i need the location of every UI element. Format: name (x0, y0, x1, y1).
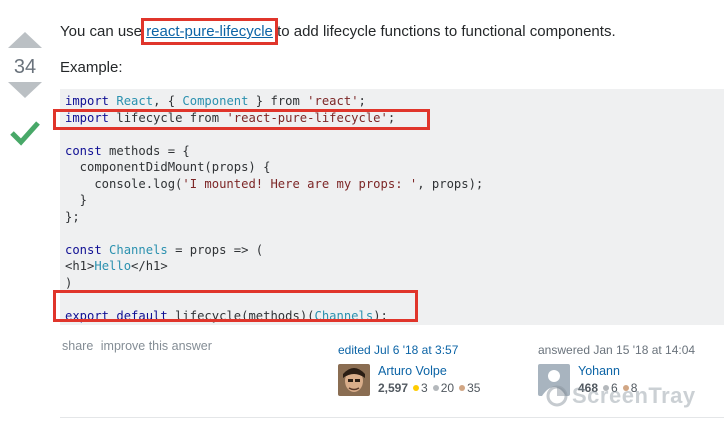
code-block: import React, { Component } from 'react'… (53, 89, 724, 325)
avatar[interactable] (338, 364, 370, 396)
highlight-box-export (53, 290, 418, 322)
code-line-4: const methods = { (65, 143, 724, 160)
intro-paragraph: You can use react-pure-lifecycle to add … (60, 18, 616, 45)
editor-reputation: 2,597 3 20 35 (378, 381, 480, 395)
arrow-up-icon[interactable] (8, 32, 42, 48)
editor-name[interactable]: Arturo Volpe (378, 364, 447, 379)
improve-answer-link[interactable]: improve this answer (101, 339, 212, 353)
code-line-11: <h1>Hello</h1> (65, 258, 724, 275)
code-line-10: const Channels = props => ( (65, 242, 724, 259)
code-token: const (65, 242, 102, 257)
watermark-text: ScreenTray (572, 383, 696, 408)
code-token: import (65, 94, 110, 108)
code-token: </h1> (131, 259, 168, 273)
editor-card: Arturo Volpe 2,597 3 20 35 (338, 364, 498, 398)
code-token: Component (182, 94, 249, 108)
code-token: console.log( (65, 176, 183, 191)
code-line-8: }; (65, 209, 80, 224)
code-line-7: } (65, 193, 88, 207)
check-icon[interactable] (10, 120, 40, 146)
share-link[interactable]: share (62, 339, 93, 353)
intro-text-before: You can use (60, 23, 147, 40)
code-token: 'react' (307, 94, 359, 108)
code-token: <h1> (65, 259, 95, 273)
gold-badge-icon (413, 385, 420, 392)
code-token: Channels (109, 242, 168, 257)
bronze-badge-count: 35 (467, 381, 481, 395)
answered-timestamp: answered Jan 15 '18 at 14:04 (538, 343, 696, 357)
code-token: = props => ( (167, 242, 264, 257)
code-token: Hello (94, 259, 132, 273)
post-menu: share improve this answer (62, 339, 216, 353)
code-token: methods = { (101, 143, 190, 158)
screentray-logo-icon (546, 385, 568, 407)
code-line-1: import React, { Component } from 'react'… (65, 93, 724, 110)
code-token: 'I mounted! Here are my props: ' (182, 176, 418, 191)
intro-text-after: to add lifecycle functions to functional… (272, 23, 616, 40)
code-token: , props); (417, 176, 484, 191)
screentray-watermark: ScreenTray (546, 383, 696, 409)
edited-signature: edited Jul 6 '18 at 3:57 Arturo Volpe 2,… (338, 343, 498, 398)
code-token: const (65, 143, 102, 158)
highlight-box-import (53, 109, 430, 130)
code-line-6: console.log('I mounted! Here are my prop… (65, 176, 724, 193)
react-pure-lifecycle-link[interactable]: react-pure-lifecycle (141, 18, 278, 45)
code-token: React (116, 94, 154, 108)
code-line-12: ) (65, 275, 73, 290)
code-token: , { (153, 94, 183, 108)
arrow-down-icon[interactable] (8, 82, 42, 98)
vote-column: 34 (0, 26, 50, 146)
code-token: ; (358, 94, 366, 108)
gold-badge-count: 3 (421, 381, 428, 395)
code-line-5: componentDidMount(props) { (65, 160, 271, 174)
example-label: Example: (60, 59, 123, 76)
bronze-badge-icon (459, 385, 466, 392)
code-token: } from (248, 94, 308, 108)
silver-badge-count: 20 (440, 381, 455, 395)
silver-badge-icon (432, 385, 439, 392)
edited-timestamp[interactable]: edited Jul 6 '18 at 3:57 (338, 343, 498, 357)
author-name[interactable]: Yohann (578, 364, 620, 379)
reputation-score: 2,597 (378, 381, 409, 395)
vote-count: 34 (13, 56, 37, 78)
divider (60, 417, 724, 418)
